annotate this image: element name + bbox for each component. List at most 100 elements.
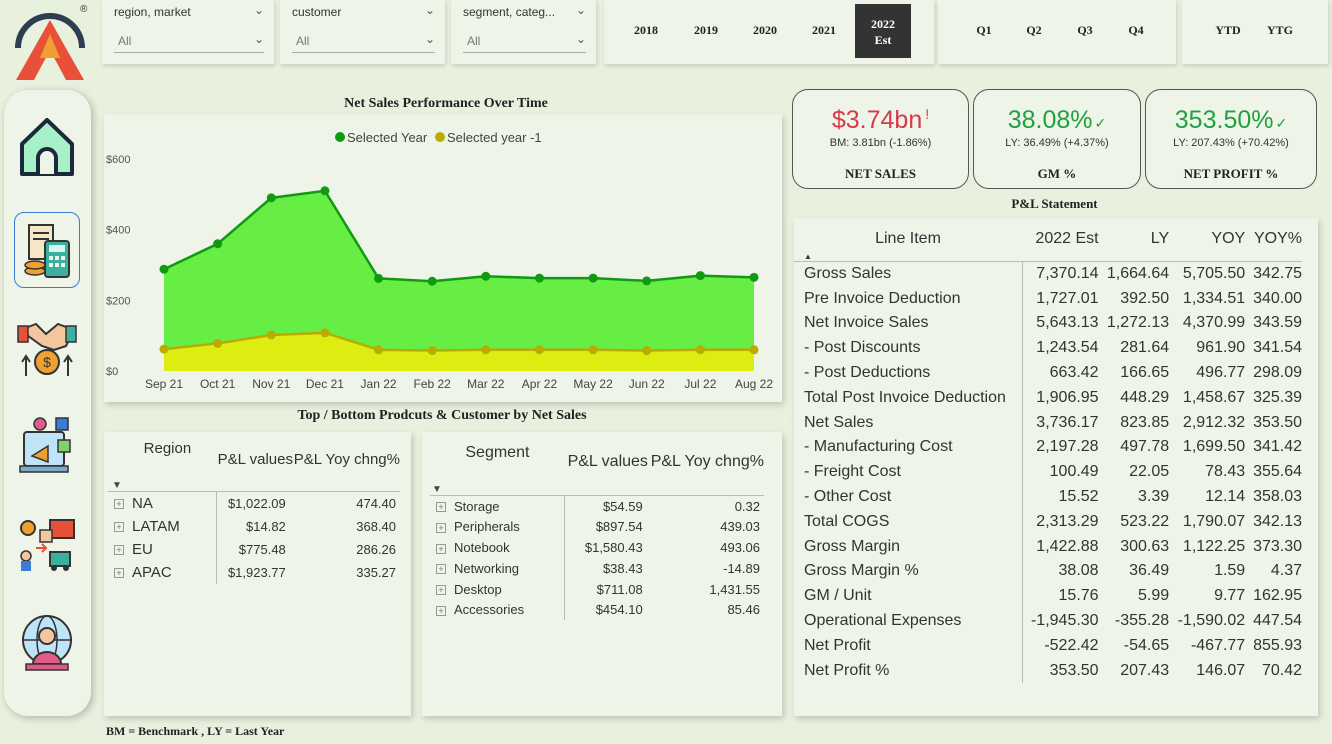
year-button-2021[interactable]: 2021 xyxy=(804,23,844,38)
quarter-button-q3[interactable]: Q3 xyxy=(1067,23,1103,38)
data-point[interactable] xyxy=(749,272,759,282)
table-row[interactable]: - Post Discounts 1,243.54 281.64 961.90 341.… xyxy=(794,335,1302,361)
year-button-2018[interactable]: 2018 xyxy=(626,23,666,38)
data-point[interactable] xyxy=(481,345,491,355)
table-row[interactable]: Net Profit -522.42 -54.65 -467.77 855.93 xyxy=(794,633,1302,659)
data-point[interactable] xyxy=(534,273,544,283)
data-point[interactable] xyxy=(695,345,705,355)
expand-icon[interactable]: + xyxy=(114,567,124,578)
expand-icon[interactable]: + xyxy=(436,605,446,616)
table-row[interactable]: - Freight Cost 100.49 22.05 78.43 355.64 xyxy=(794,459,1302,485)
table-row[interactable]: Pre Invoice Deduction 1,727.01 392.50 1,334… xyxy=(794,286,1302,312)
nav-item-deals[interactable]: $ xyxy=(14,312,80,388)
nav-item-marketing[interactable] xyxy=(14,410,80,486)
header-yoy-pct[interactable]: YOY% xyxy=(1245,226,1302,252)
data-point[interactable] xyxy=(749,345,759,355)
data-point[interactable] xyxy=(266,193,276,203)
data-point[interactable] xyxy=(374,273,384,283)
data-point[interactable] xyxy=(374,345,384,355)
expand-icon[interactable]: + xyxy=(436,502,446,513)
table-row[interactable]: + LATAM $14.82 368.40 xyxy=(108,514,400,538)
header-segment[interactable]: Segment xyxy=(430,440,565,484)
header-pl-yoy[interactable]: P&L Yoy chng% xyxy=(651,440,764,484)
data-point[interactable] xyxy=(642,346,652,356)
header-2022-est[interactable]: 2022 Est xyxy=(1022,226,1098,252)
table-row[interactable]: + Networking $38.43 -14.89 xyxy=(430,557,764,579)
table-row[interactable]: Gross Sales 7,370.14 1,664.64 5,705.50 342.7… xyxy=(794,261,1302,287)
data-point[interactable] xyxy=(266,330,276,340)
header-pl-yoy[interactable]: P&L Yoy chng% xyxy=(294,440,400,480)
chevron-down-icon[interactable]: ⌄ xyxy=(576,32,586,46)
expand-icon[interactable]: + xyxy=(436,522,446,533)
expand-icon[interactable]: + xyxy=(114,498,124,509)
table-row[interactable]: Net Profit % 353.50 207.43 146.07 70.42 xyxy=(794,658,1302,684)
expand-icon[interactable]: + xyxy=(114,521,124,532)
table-row[interactable]: Net Sales 3,736.17 823.85 2,912.32 353.50 xyxy=(794,410,1302,436)
expand-icon[interactable]: + xyxy=(436,543,446,554)
table-row[interactable]: Gross Margin 1,422.88 300.63 1,122.25 373.30 xyxy=(794,534,1302,560)
sort-arrow-icon[interactable]: ▼ xyxy=(108,480,400,492)
data-point[interactable] xyxy=(695,271,705,281)
expand-icon[interactable]: + xyxy=(114,544,124,555)
slicer-customer[interactable]: customer ⌄ All ⌄ xyxy=(280,0,445,64)
data-point[interactable] xyxy=(588,345,598,355)
data-point[interactable] xyxy=(320,186,330,196)
table-row[interactable]: Gross Margin % 38.08 36.49 1.59 4.37 xyxy=(794,559,1302,584)
year-button-2022-est[interactable]: 2022 Est xyxy=(855,4,911,58)
table-row[interactable]: + Desktop $711.08 1,431.55 xyxy=(430,578,764,600)
nav-item-home[interactable] xyxy=(14,108,80,184)
table-row[interactable]: + Notebook $1,580.43 493.06 xyxy=(430,537,764,558)
header-yoy[interactable]: YOY xyxy=(1169,226,1245,252)
header-pl-values[interactable]: P&L values xyxy=(217,440,294,480)
table-row[interactable]: - Post Deductions 663.42 166.65 496.77 298.0… xyxy=(794,360,1302,386)
header-region[interactable]: Region xyxy=(108,440,217,480)
quarter-button-q4[interactable]: Q4 xyxy=(1118,23,1154,38)
table-row[interactable]: + Accessories $454.10 85.46 xyxy=(430,599,764,621)
chevron-down-icon[interactable]: ⌄ xyxy=(425,3,435,17)
chevron-down-icon[interactable]: ⌄ xyxy=(425,32,435,46)
header-pl-values[interactable]: P&L values xyxy=(565,440,651,484)
sort-arrow-icon[interactable]: ▼ xyxy=(430,484,764,496)
data-point[interactable] xyxy=(159,264,169,274)
data-point[interactable] xyxy=(320,328,330,338)
data-point[interactable] xyxy=(427,276,437,286)
expand-icon[interactable]: + xyxy=(436,585,446,596)
data-point[interactable] xyxy=(588,273,598,283)
data-point[interactable] xyxy=(427,346,437,356)
quarter-button-q1[interactable]: Q1 xyxy=(966,23,1002,38)
expand-icon[interactable]: + xyxy=(436,564,446,575)
nav-item-customer[interactable] xyxy=(14,606,80,682)
header-ly[interactable]: LY xyxy=(1099,226,1169,252)
table-row[interactable]: - Other Cost 15.52 3.39 12.14 358.03 xyxy=(794,484,1302,510)
data-point[interactable] xyxy=(213,338,223,348)
chevron-down-icon[interactable]: ⌄ xyxy=(254,32,264,46)
nav-item-finance[interactable] xyxy=(14,212,80,288)
slicer-region-market[interactable]: region, market ⌄ All ⌄ xyxy=(102,0,274,64)
year-button-2020[interactable]: 2020 xyxy=(745,23,785,38)
table-row[interactable]: GM / Unit 15.76 5.99 9.77 162.95 xyxy=(794,583,1302,609)
table-row[interactable]: Operational Expenses -1,945.30 -355.28 -1,5… xyxy=(794,608,1302,634)
ytd-button[interactable]: YTD xyxy=(1206,23,1250,38)
chevron-down-icon[interactable]: ⌄ xyxy=(254,3,264,17)
slicer-segment-category[interactable]: segment, categ... ⌄ All ⌄ xyxy=(451,0,596,64)
data-point[interactable] xyxy=(534,345,544,355)
chevron-down-icon[interactable]: ⌄ xyxy=(576,3,586,17)
data-point[interactable] xyxy=(642,276,652,286)
table-row[interactable]: Net Invoice Sales 5,643.13 1,272.13 4,370.9… xyxy=(794,311,1302,336)
year-button-2019[interactable]: 2019 xyxy=(686,23,726,38)
table-row[interactable]: Total Post Invoice Deduction 1,906.95 448.… xyxy=(794,385,1302,411)
ytg-button[interactable]: YTG xyxy=(1258,23,1302,38)
nav-item-supply-chain[interactable] xyxy=(14,508,80,584)
quarter-button-q2[interactable]: Q2 xyxy=(1016,23,1052,38)
sort-arrow-icon[interactable]: ▲ xyxy=(794,252,1302,262)
table-row[interactable]: + Peripherals $897.54 439.03 xyxy=(430,516,764,538)
table-row[interactable]: Total COGS 2,313.29 523.22 1,790.07 342.13 xyxy=(794,509,1302,535)
table-row[interactable]: - Manufacturing Cost 2,197.28 497.78 1,699.… xyxy=(794,435,1302,460)
table-row[interactable]: + Storage $54.59 0.32 xyxy=(430,495,764,517)
header-line-item[interactable]: Line Item xyxy=(794,226,1022,252)
data-point[interactable] xyxy=(213,239,223,249)
data-point[interactable] xyxy=(159,344,169,354)
table-row[interactable]: + EU $775.48 286.26 xyxy=(108,537,400,561)
table-row[interactable]: + NA $1,022.09 474.40 xyxy=(108,491,400,515)
data-point[interactable] xyxy=(481,271,491,281)
